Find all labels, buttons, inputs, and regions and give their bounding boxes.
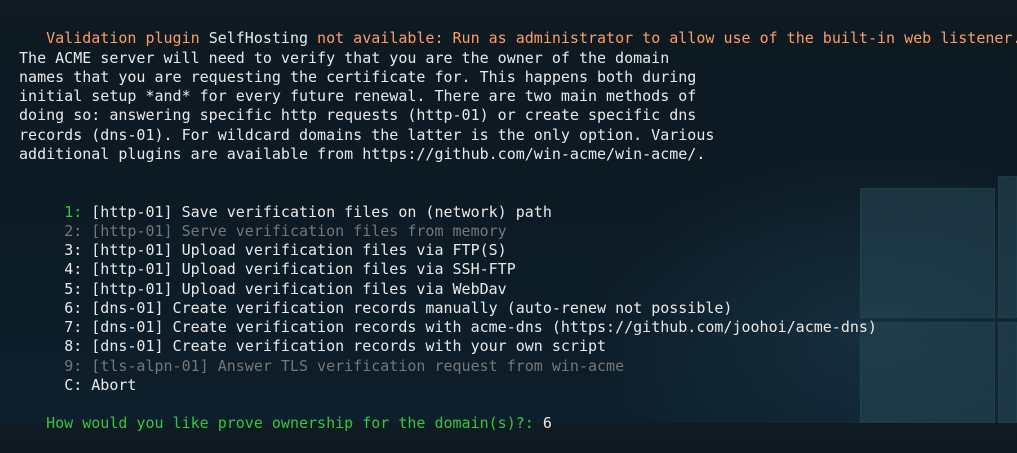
option-key: 5: <box>64 279 92 298</box>
description-line: names that you are requesting the certif… <box>10 67 697 86</box>
description-line: The ACME server will need to verify that… <box>10 48 670 67</box>
warning-plugin-name: SelfHosting <box>208 29 309 48</box>
option-key: 7: <box>64 318 92 336</box>
description-line: additional plugins are available from ht… <box>10 144 706 163</box>
validation-warning: Validation plugin SelfHosting not availa… <box>10 10 1017 47</box>
prompt-answer-input[interactable]: 6 <box>543 414 552 432</box>
option-key: 6: <box>64 298 92 317</box>
description-line: doing so: answering specific http reques… <box>10 106 697 125</box>
option-1[interactable]: 1: [http-01] Save verification files on … <box>10 183 1010 221</box>
option-label: [http-01] Serve verification files from … <box>91 221 507 240</box>
option-label: [dns-01] Create verification records wit… <box>91 318 877 336</box>
description-line: initial setup *and* for every future ren… <box>10 87 697 105</box>
option-label: [http-01] Upload verification files via … <box>91 260 516 279</box>
option-label: [dns-01] Create verification records wit… <box>91 337 607 356</box>
option-key: 3: <box>64 241 92 259</box>
options-menu: 1: [http-01] Save verification files on … <box>10 183 1010 394</box>
warning-text-prefix: Validation plugin <box>46 29 209 48</box>
option-key: 4: <box>64 260 92 279</box>
option-label: [tls-alpn-01] Answer TLS verification re… <box>91 356 625 375</box>
description-line: records (dns-01). For wildcard domains t… <box>10 125 715 144</box>
option-key: 9: <box>64 356 92 375</box>
option-label: [http-01] Upload verification files via … <box>91 279 507 298</box>
warning-text-middle: not available: <box>308 29 453 48</box>
option-key: 8: <box>64 337 92 356</box>
prompt-question: How would you like prove ownership for t… <box>46 414 543 433</box>
option-label: [http-01] Upload verification files via … <box>91 241 507 259</box>
option-label: Abort <box>91 375 137 394</box>
description-block: The ACME server will need to verify that… <box>10 49 1010 165</box>
option-key: 1: <box>64 202 92 221</box>
option-label: [dns-01] Create verification records man… <box>91 298 733 317</box>
terminal-output: Validation plugin SelfHosting not availa… <box>10 10 1017 432</box>
option-label: [http-01] Save verification files on (ne… <box>91 202 552 221</box>
option-key: C: <box>64 375 92 394</box>
option-key: 2: <box>64 221 92 240</box>
warning-reason: Run as administrator to allow use of the… <box>452 29 1017 48</box>
input-prompt-line[interactable]: How would you like prove ownership for t… <box>10 395 1010 432</box>
